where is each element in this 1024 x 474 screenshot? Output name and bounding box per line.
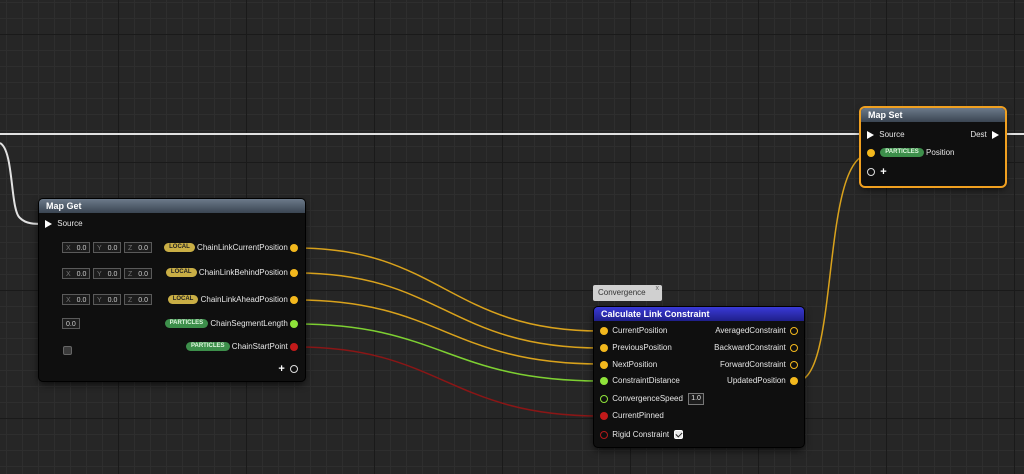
vector-output-pin[interactable] — [290, 295, 298, 304]
behind-pos-y-field[interactable]: Y 0.0 — [93, 268, 121, 279]
input-rigid-constraint[interactable]: Rigid Constraint — [600, 428, 684, 442]
map-set-dest-pin[interactable]: Dest — [970, 128, 999, 142]
ahead-pos-z-field[interactable]: Z 0.0 — [124, 294, 152, 305]
bool-input-pin[interactable] — [600, 411, 608, 420]
output-chain-link-ahead-position[interactable]: LOCAL ChainLinkAheadPosition — [167, 293, 298, 307]
exec-arrow-icon — [992, 130, 999, 139]
exec-arrow-icon — [45, 219, 52, 228]
vector-output-pin[interactable] — [790, 376, 798, 385]
float-input-pin[interactable] — [600, 376, 608, 385]
wire-next-position[interactable] — [296, 299, 601, 365]
vector-output-pin[interactable] — [290, 243, 298, 252]
plus-icon: + — [880, 166, 887, 178]
output-chain-link-behind-position[interactable]: LOCAL ChainLinkBehindPosition — [165, 266, 298, 280]
wire-updated-position[interactable] — [796, 153, 871, 382]
add-pin-button[interactable]: + — [278, 362, 298, 376]
output-updated-position[interactable]: UpdatedPosition — [727, 374, 798, 388]
current-pos-y-field[interactable]: Y 0.0 — [93, 242, 121, 253]
close-icon[interactable]: x — [656, 281, 660, 297]
vector-input-pin[interactable] — [600, 326, 608, 335]
map-set-node[interactable]: Map Set Source Dest PARTICLES Position + — [861, 108, 1005, 186]
add-pin-icon — [867, 168, 875, 176]
convergence-speed-field[interactable]: 1.0 — [688, 392, 704, 405]
map-set-add-pin-button[interactable]: + — [867, 165, 887, 179]
current-pos-z-field[interactable]: Z 0.0 — [124, 242, 152, 253]
add-pin-icon — [290, 365, 298, 373]
particles-tag: PARTICLES — [880, 148, 924, 158]
behind-pos-z-field[interactable]: Z 0.0 — [124, 268, 152, 279]
ahead-pos-x-field[interactable]: X 0.0 — [62, 294, 90, 305]
float-output-pin[interactable] — [290, 319, 298, 328]
vector-input-pin[interactable] — [600, 343, 608, 352]
map-get-source-label: Source — [57, 219, 83, 228]
output-chain-link-current-position[interactable]: LOCAL ChainLinkCurrentPosition — [164, 241, 298, 255]
vector-output-pin[interactable] — [290, 268, 298, 277]
vector-input-pin[interactable] — [600, 360, 608, 369]
map-set-source-pin[interactable]: Source — [867, 128, 905, 142]
output-chain-start-point[interactable]: PARTICLES ChainStartPoint — [185, 340, 298, 354]
behind-pos-x-field[interactable]: X 0.0 — [62, 268, 90, 279]
input-previous-position[interactable]: PreviousPosition — [600, 341, 672, 355]
particles-tag: PARTICLES — [185, 342, 230, 352]
vector-output-pin[interactable] — [790, 326, 798, 335]
map-get-node[interactable]: Map Get Source X 0.0 Y 0.0 Z 0.0 LOCAL Chai… — [39, 199, 305, 381]
map-set-title: Map Set — [861, 108, 1005, 122]
local-tag: LOCAL — [165, 268, 197, 278]
rigid-constraint-checkbox[interactable] — [674, 430, 684, 440]
map-get-source-pin[interactable]: Source — [45, 217, 83, 231]
bool-input-pin[interactable] — [600, 430, 608, 439]
map-set-dest-label: Dest — [970, 130, 987, 139]
wire-previous-position[interactable] — [296, 272, 601, 349]
map-set-position-input[interactable]: PARTICLES Position — [867, 146, 955, 160]
map-set-source-label: Source — [879, 130, 905, 139]
input-constraint-distance[interactable]: ConstraintDistance — [600, 374, 680, 388]
calculate-link-constraint-node[interactable]: Calculate Link Constraint CurrentPositio… — [594, 307, 804, 447]
input-current-position[interactable]: CurrentPosition — [600, 324, 667, 338]
output-forward-constraint[interactable]: ForwardConstraint — [720, 358, 798, 372]
float-input-pin[interactable] — [600, 394, 608, 403]
bool-output-pin[interactable] — [290, 342, 298, 351]
segment-length-field[interactable]: 0.0 — [62, 318, 80, 329]
input-current-pinned[interactable]: CurrentPinned — [600, 409, 664, 423]
particles-tag: PARTICLES — [164, 319, 209, 329]
input-convergence-speed[interactable]: ConvergenceSpeed 1.0 — [600, 392, 704, 406]
input-next-position[interactable]: NextPosition — [600, 358, 657, 372]
output-backward-constraint[interactable]: BackwardConstraint — [714, 341, 798, 355]
output-chain-segment-length[interactable]: PARTICLES ChainSegmentLength — [164, 317, 298, 331]
exec-arrow-icon — [867, 130, 874, 139]
convergence-comment[interactable]: Convergence x — [593, 285, 662, 301]
ahead-pos-y-field[interactable]: Y 0.0 — [93, 294, 121, 305]
map-get-title: Map Get — [39, 199, 305, 213]
output-averaged-constraint[interactable]: AveragedConstraint — [715, 324, 798, 338]
vector-input-pin[interactable] — [867, 148, 875, 157]
plus-icon: + — [278, 363, 285, 375]
local-tag: LOCAL — [167, 295, 199, 305]
local-tag: LOCAL — [164, 243, 195, 253]
vector-output-pin[interactable] — [790, 360, 798, 369]
calc-title: Calculate Link Constraint — [594, 307, 804, 321]
wire-current-position[interactable] — [296, 247, 601, 332]
current-pos-x-field[interactable]: X 0.0 — [62, 242, 90, 253]
vector-output-pin[interactable] — [790, 343, 798, 352]
wire-current-pinned[interactable] — [296, 346, 601, 417]
start-point-checkbox[interactable] — [63, 342, 72, 360]
